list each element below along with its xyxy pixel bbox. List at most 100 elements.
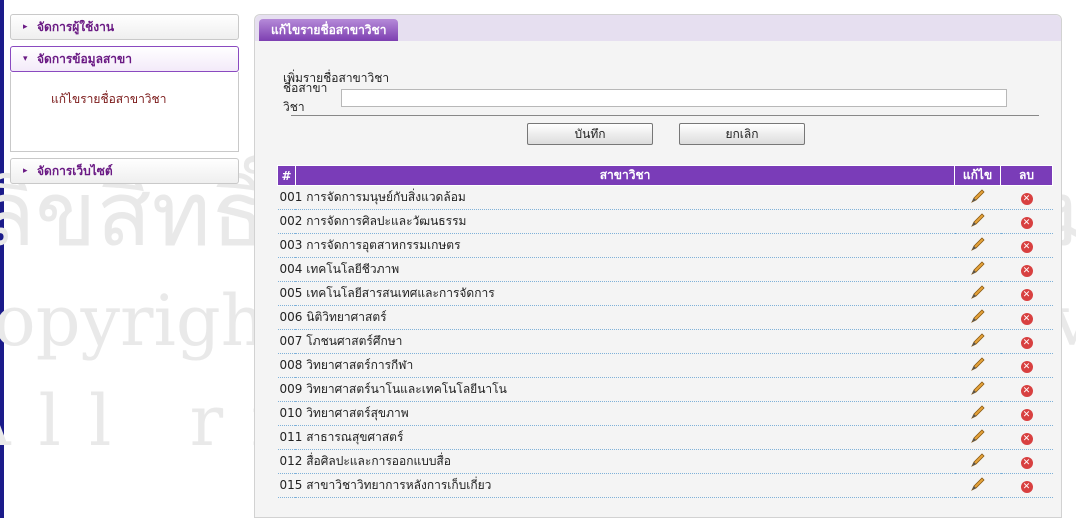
pencil-icon[interactable] bbox=[970, 477, 986, 494]
branch-table: # สาขาวิชา แก้ไข ลบ 001 การจัดการมนุษย์ก… bbox=[277, 165, 1053, 498]
delete-icon[interactable]: ✕ bbox=[1020, 361, 1033, 373]
delete-cell: ✕ bbox=[1000, 233, 1053, 258]
add-branch-form: เพิ่มรายชื่อสาขาวิชา ชื่อสาขาวิชา bbox=[283, 69, 1043, 114]
branch-name: วิทยาศาสตร์สุขภาพ bbox=[306, 406, 409, 420]
delete-icon[interactable]: ✕ bbox=[1020, 313, 1033, 325]
edit-cell bbox=[954, 449, 1001, 474]
delete-icon[interactable]: ✕ bbox=[1020, 385, 1033, 397]
delete-icon[interactable]: ✕ bbox=[1020, 289, 1033, 301]
branch-name: สาธารณสุขศาสตร์ bbox=[306, 430, 404, 444]
delete-icon[interactable]: ✕ bbox=[1020, 481, 1033, 493]
main-panel: แก้ไขรายชื่อสาขาวิชา เพิ่มรายชื่อสาขาวิช… bbox=[254, 14, 1062, 518]
branch-code: 010 bbox=[279, 406, 303, 420]
edit-cell bbox=[954, 353, 1001, 378]
column-header-branch: สาขาวิชา bbox=[294, 165, 956, 186]
pencil-icon[interactable] bbox=[970, 237, 986, 254]
branch-cell: 007 โภชนศาสตร์ศึกษา bbox=[277, 329, 955, 354]
pencil-icon[interactable] bbox=[970, 189, 986, 206]
delete-cell: ✕ bbox=[1000, 425, 1053, 450]
delete-icon[interactable]: ✕ bbox=[1020, 193, 1033, 205]
delete-cell: ✕ bbox=[1000, 449, 1053, 474]
delete-cell: ✕ bbox=[1000, 353, 1053, 378]
column-header-number: # bbox=[277, 165, 296, 186]
sidebar-section-label: จัดการผู้ใช้งาน bbox=[37, 19, 115, 34]
table-row: 006 นิติวิทยาศาสตร์ ✕ bbox=[277, 305, 1053, 330]
edit-cell bbox=[954, 233, 1001, 258]
branch-name: นิติวิทยาศาสตร์ bbox=[306, 310, 387, 324]
column-header-edit: แก้ไข bbox=[954, 165, 1002, 186]
delete-cell: ✕ bbox=[1000, 257, 1053, 282]
branch-code: 015 bbox=[279, 478, 303, 492]
branch-name: เทคโนโลยีชีวภาพ bbox=[306, 262, 400, 276]
table-row: 009 วิทยาศาสตร์นาโนและเทคโนโลยีนาโน ✕ bbox=[277, 377, 1053, 402]
pencil-icon[interactable] bbox=[970, 213, 986, 230]
branch-cell: 001 การจัดการมนุษย์กับสิ่งแวดล้อม bbox=[277, 185, 955, 210]
delete-cell: ✕ bbox=[1000, 281, 1053, 306]
delete-icon[interactable]: ✕ bbox=[1020, 433, 1033, 445]
edit-cell bbox=[954, 425, 1001, 450]
table-row: 003 การจัดการอุตสาหกรรมเกษตร ✕ bbox=[277, 233, 1053, 258]
pencil-icon[interactable] bbox=[970, 309, 986, 326]
edit-cell bbox=[954, 401, 1001, 426]
edit-cell bbox=[954, 185, 1001, 210]
edit-cell bbox=[954, 305, 1001, 330]
branch-name: เทคโนโลยีสารสนเทศและการจัดการ bbox=[306, 286, 495, 300]
form-divider bbox=[291, 115, 1039, 116]
edit-cell bbox=[954, 377, 1001, 402]
branch-name-input[interactable] bbox=[341, 89, 1007, 107]
chevron-right-icon: ▸ bbox=[23, 166, 28, 176]
sidebar-section-body: แก้ไขรายชื่อสาขาวิชา bbox=[10, 72, 239, 152]
pencil-icon[interactable] bbox=[970, 333, 986, 350]
delete-icon[interactable]: ✕ bbox=[1020, 241, 1033, 253]
branch-code: 009 bbox=[279, 382, 303, 396]
delete-cell: ✕ bbox=[1000, 209, 1053, 234]
delete-cell: ✕ bbox=[1000, 473, 1053, 498]
delete-icon[interactable]: ✕ bbox=[1020, 457, 1033, 469]
pencil-icon[interactable] bbox=[970, 261, 986, 278]
branch-cell: 008 วิทยาศาสตร์การกีฬา bbox=[277, 353, 955, 378]
branch-cell: 012 สื่อศิลปะและการออกแบบสื่อ bbox=[277, 449, 955, 474]
chevron-right-icon: ▸ bbox=[23, 22, 28, 32]
cancel-button[interactable]: ยกเลิก bbox=[679, 123, 805, 145]
branch-cell: 011 สาธารณสุขศาสตร์ bbox=[277, 425, 955, 450]
table-row: 008 วิทยาศาสตร์การกีฬา ✕ bbox=[277, 353, 1053, 378]
branch-name: การจัดการมนุษย์กับสิ่งแวดล้อม bbox=[306, 190, 466, 204]
chevron-down-icon: ▾ bbox=[23, 54, 28, 64]
form-title: เพิ่มรายชื่อสาขาวิชา bbox=[283, 71, 390, 85]
delete-cell: ✕ bbox=[1000, 377, 1053, 402]
delete-icon[interactable]: ✕ bbox=[1020, 265, 1033, 277]
edit-cell bbox=[954, 329, 1001, 354]
pencil-icon[interactable] bbox=[970, 285, 986, 302]
pencil-icon[interactable] bbox=[970, 381, 986, 398]
branch-code: 011 bbox=[279, 430, 303, 444]
window-left-border bbox=[0, 0, 4, 518]
branch-code: 012 bbox=[279, 454, 303, 468]
pencil-icon[interactable] bbox=[970, 357, 986, 374]
tab-edit-branch-names[interactable]: แก้ไขรายชื่อสาขาวิชา bbox=[259, 19, 399, 41]
sidebar-section-branch-data[interactable]: ▾ จัดการข้อมูลสาขา bbox=[10, 46, 239, 72]
delete-cell: ✕ bbox=[1000, 185, 1053, 210]
branch-name: วิทยาศาสตร์นาโนและเทคโนโลยีนาโน bbox=[306, 382, 507, 396]
sidebar-section-website[interactable]: ▸ จัดการเว็บไซต์ bbox=[10, 158, 239, 184]
branch-code: 004 bbox=[279, 262, 303, 276]
table-row: 005 เทคโนโลยีสารสนเทศและการจัดการ ✕ bbox=[277, 281, 1053, 306]
pencil-icon[interactable] bbox=[970, 405, 986, 422]
branch-name: การจัดการศิลปะและวัฒนธรรม bbox=[306, 214, 467, 228]
delete-icon[interactable]: ✕ bbox=[1020, 337, 1033, 349]
sidebar-item-edit-branch-names[interactable]: แก้ไขรายชื่อสาขาวิชา bbox=[51, 92, 166, 106]
edit-cell bbox=[954, 281, 1001, 306]
delete-icon[interactable]: ✕ bbox=[1020, 217, 1033, 229]
table-row: 001 การจัดการมนุษย์กับสิ่งแวดล้อม ✕ bbox=[277, 185, 1053, 210]
pencil-icon[interactable] bbox=[970, 453, 986, 470]
branch-cell: 015 สาขาวิชาวิทยาการหลังการเก็บเกี่ยว bbox=[277, 473, 955, 498]
save-button[interactable]: บันทึก bbox=[527, 123, 653, 145]
table-row: 010 วิทยาศาสตร์สุขภาพ ✕ bbox=[277, 401, 1053, 426]
table-row: 012 สื่อศิลปะและการออกแบบสื่อ ✕ bbox=[277, 449, 1053, 474]
pencil-icon[interactable] bbox=[970, 429, 986, 446]
branch-code: 008 bbox=[279, 358, 303, 372]
branch-name-label: ชื่อสาขาวิชา bbox=[283, 81, 328, 114]
delete-icon[interactable]: ✕ bbox=[1020, 409, 1033, 421]
sidebar-section-users[interactable]: ▸ จัดการผู้ใช้งาน bbox=[10, 14, 239, 40]
table-row: 007 โภชนศาสตร์ศึกษา ✕ bbox=[277, 329, 1053, 354]
edit-cell bbox=[954, 257, 1001, 282]
